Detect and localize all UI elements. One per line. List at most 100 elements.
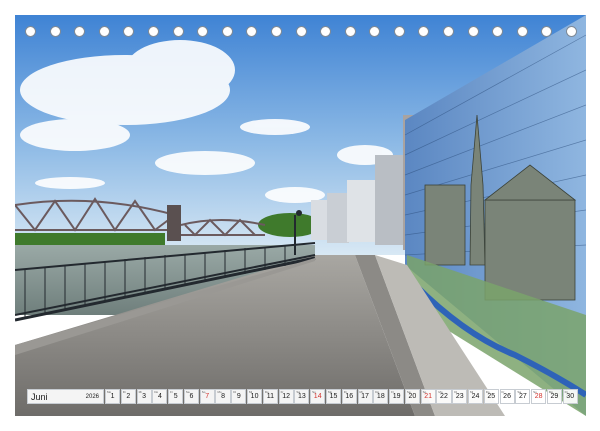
day-number: 12 (282, 393, 291, 400)
binding-hole (74, 26, 86, 37)
day-cell: Mo 8 (215, 389, 231, 404)
calendar-photo (15, 15, 586, 416)
spiral-binding-holes (0, 26, 600, 40)
day-cell: Sa 27 (515, 389, 531, 404)
binding-hole (98, 26, 110, 37)
weekday-label: Mi (469, 390, 474, 394)
month-label-box: Juni 2026 (27, 389, 104, 404)
day-cell: Mi 10 (247, 389, 263, 404)
weekday-label: Fr (501, 390, 505, 394)
weekday-label: Mi (138, 390, 142, 394)
day-number: 13 (298, 393, 306, 400)
day-number: 8 (221, 393, 225, 400)
weekday-label: Do (485, 390, 490, 394)
day-number: 21 (424, 393, 433, 400)
day-cell: Sa 6 (183, 389, 199, 404)
day-cell: Mi 17 (357, 389, 373, 404)
weekday-label: Do (154, 390, 159, 394)
binding-hole (197, 26, 209, 37)
weekday-label: So (201, 390, 206, 394)
binding-hole (25, 26, 36, 37)
day-cell: Mi 24 (467, 389, 484, 404)
day-cell: Fr 19 (389, 389, 405, 404)
day-cell: Mo 29 (546, 389, 562, 404)
day-cell: Mo 1 (105, 389, 121, 404)
day-cell: Di 23 (452, 389, 468, 404)
day-cell: Mo 22 (436, 389, 452, 404)
day-number: 15 (329, 393, 338, 400)
day-number: 25 (487, 393, 496, 400)
day-cell: Mo 15 (325, 389, 342, 404)
day-number: 20 (408, 393, 417, 400)
weekday-label: So (422, 390, 427, 394)
weekday-label: Di (122, 390, 126, 394)
binding-hole (221, 26, 233, 37)
binding-hole (467, 26, 479, 37)
day-number: 30 (566, 393, 575, 400)
binding-hole (123, 26, 135, 37)
binding-hole (270, 26, 282, 37)
day-cell: Fr 26 (499, 389, 515, 404)
binding-hole (172, 26, 184, 37)
day-number: 28 (534, 393, 543, 400)
day-number: 14 (313, 393, 322, 400)
binding-hole (492, 26, 504, 37)
binding-hole (147, 26, 159, 37)
day-cell: Di 9 (231, 389, 247, 404)
weekday-label: So (312, 390, 316, 394)
day-number: 10 (250, 393, 259, 400)
weekday-label: Di (233, 390, 237, 394)
day-number: 4 (157, 393, 162, 400)
weekday-label: Mo (548, 390, 554, 394)
month-name: Juni (31, 391, 48, 402)
weekday-label: Do (264, 390, 269, 394)
weekday-label: Di (454, 390, 458, 394)
day-number: 17 (361, 393, 369, 400)
day-number: 7 (205, 393, 210, 400)
weekday-label: Mi (359, 390, 363, 394)
day-cell: Di 2 (120, 389, 136, 404)
day-number: 24 (471, 393, 480, 400)
binding-hole (246, 26, 258, 37)
day-cell: Do 11 (262, 389, 278, 404)
day-number: 1 (110, 393, 115, 400)
day-number: 3 (142, 393, 147, 400)
month-year: 2026 (85, 393, 99, 400)
day-cell: Sa 13 (294, 389, 310, 404)
weekday-label: Mi (249, 390, 253, 394)
day-cell: Di 16 (341, 389, 357, 404)
binding-hole (344, 26, 356, 37)
day-cell: So 28 (531, 389, 547, 404)
day-number: 19 (392, 393, 401, 400)
binding-hole (369, 26, 381, 37)
weekday-label: Mo (107, 390, 112, 394)
day-cell: Mi 3 (136, 389, 152, 404)
day-number: 29 (550, 393, 559, 400)
day-number: 18 (376, 393, 385, 400)
weekday-label: Fr (391, 390, 394, 394)
day-cell: So 7 (199, 389, 215, 404)
day-number: 27 (518, 393, 527, 400)
day-cell: Fr 5 (168, 389, 184, 404)
binding-hole (541, 26, 553, 37)
weekday-label: Sa (185, 390, 190, 394)
weekday-label: Sa (296, 390, 301, 394)
weekday-label: Di (564, 390, 568, 394)
binding-hole (49, 26, 61, 37)
binding-hole (418, 26, 430, 37)
day-cell: Do 25 (483, 389, 499, 404)
weekday-label: Mo (438, 390, 443, 394)
day-cell: Sa 20 (404, 389, 420, 404)
day-cell: Do 18 (373, 389, 389, 404)
weekday-label: Do (375, 390, 380, 394)
weekday-label: Sa (406, 390, 411, 394)
binding-hole (516, 26, 528, 37)
binding-hole (566, 26, 577, 37)
day-number: 11 (266, 393, 274, 400)
weekday-label: Sa (517, 390, 521, 394)
day-cell: Fr 12 (278, 389, 294, 404)
day-number: 23 (455, 393, 464, 400)
day-number: 2 (126, 393, 131, 400)
binding-hole (295, 26, 307, 37)
day-cell: So 21 (420, 389, 436, 404)
